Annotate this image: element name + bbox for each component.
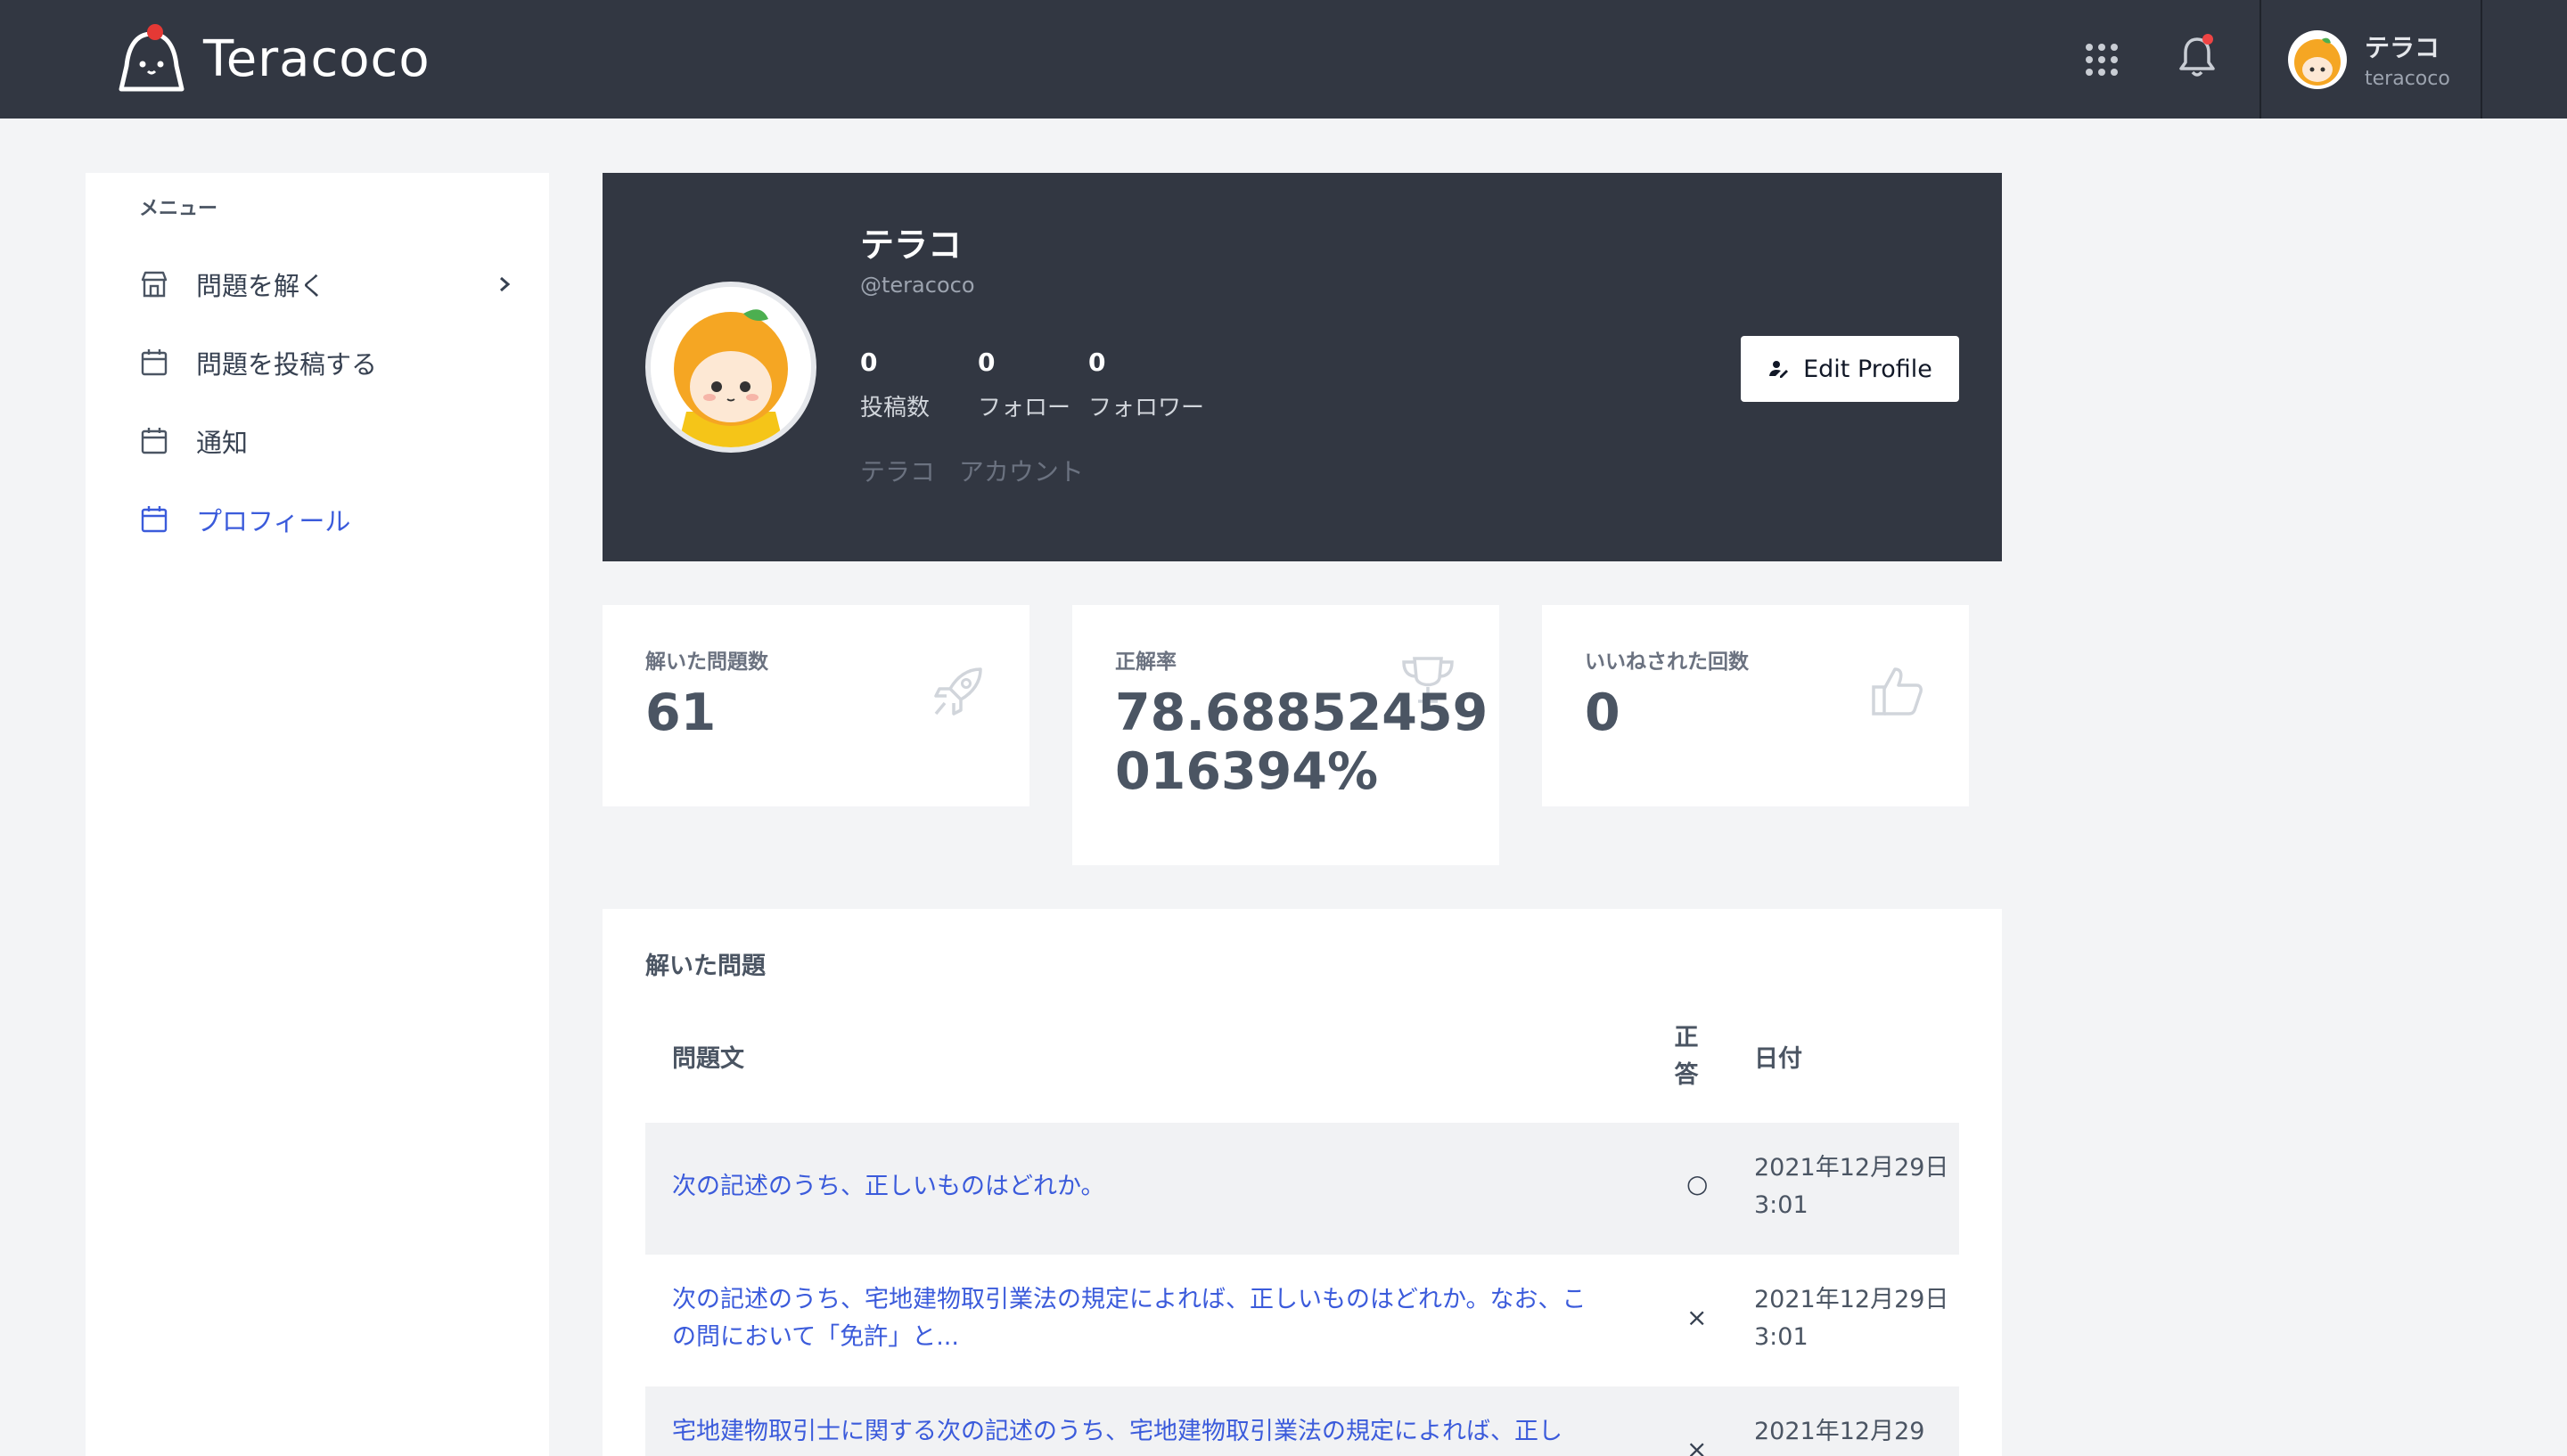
column-header-question: 問題文 <box>672 1045 744 1073</box>
calendar-icon <box>141 506 168 533</box>
solved-title: 解いた問題 <box>645 953 766 980</box>
sidebar-item-notifications[interactable]: 通知 <box>139 419 513 463</box>
stat-posts[interactable]: 0 投稿数 <box>860 348 930 422</box>
result-correct-mark: ○ <box>1686 1169 1709 1198</box>
stat-value: 0 <box>978 348 996 377</box>
bell-icon[interactable] <box>2172 32 2222 82</box>
profile-name: テラコ <box>860 225 963 265</box>
stat-label: 投稿数 <box>860 395 931 421</box>
avatar <box>2288 29 2347 89</box>
edit-profile-button[interactable]: Edit Profile <box>1741 336 1959 402</box>
sidebar-item-post[interactable]: 問題を投稿する <box>139 340 513 385</box>
brand-logo[interactable]: Teracoco <box>116 21 431 96</box>
stat-value: 0 <box>1088 348 1106 377</box>
notification-dot <box>2202 34 2213 45</box>
card-accuracy: 正解率 78.68852459016394% <box>1072 605 1499 865</box>
header-user-name: テラコ <box>2365 33 2440 62</box>
column-header-date: 日付 <box>1754 1045 1802 1073</box>
menu-caption: メニュー <box>139 198 218 220</box>
sidebar-item-label: 問題を解く <box>196 271 326 301</box>
profile-avatar <box>645 282 816 453</box>
sidebar-item-label: プロフィール <box>196 506 351 536</box>
table-row: 宅地建物取引士に関する次の記述のうち、宅地建物取引業法の規定によれば、正し × … <box>645 1386 1959 1456</box>
sidebar-item-label: 問題を投稿する <box>196 349 378 380</box>
sidebar-item-solve[interactable]: 問題を解く <box>139 262 513 307</box>
chevron-right-icon <box>500 276 511 292</box>
top-navbar: Teracoco テラコ teracoco <box>0 0 2567 119</box>
card-solved-count: 解いた問題数 61 <box>603 605 1029 806</box>
store-icon <box>141 271 168 298</box>
stat-followers[interactable]: 0 フォロワー <box>1088 348 1204 422</box>
column-header-correct: 正答 <box>1674 1024 1699 1089</box>
profile-banner: テラコ @teracoco 0 投稿数 0 フォロー 0 フォロワー テラコ ア… <box>603 173 2002 561</box>
header-user-handle: teracoco <box>2365 68 2450 90</box>
question-link[interactable]: 宅地建物取引士に関する次の記述のうち、宅地建物取引業法の規定によれば、正し <box>672 1413 1599 1451</box>
solved-problems-card: 解いた問題 問題文 正答 日付 次の記述のうち、正しいものはどれか。 ○ 202… <box>603 909 2002 1456</box>
calendar-icon <box>141 428 168 454</box>
card-label: いいねされた回数 <box>1585 650 1749 674</box>
stat-label: フォロー <box>978 395 1071 421</box>
solved-date: 2021年12月29日3:01 <box>1754 1154 1949 1219</box>
brand-name: Teracoco <box>203 29 431 88</box>
user-menu[interactable]: テラコ teracoco <box>2259 0 2482 119</box>
card-label: 解いた問題数 <box>645 650 768 674</box>
user-edit-icon <box>1769 361 1789 378</box>
thumbs-up-icon <box>1872 667 1923 716</box>
sidebar: メニュー 問題を解く 問題を投稿する 通知 プロフィール <box>86 173 549 1456</box>
stat-value: 0 <box>860 348 878 377</box>
table-row: 次の記述のうち、正しいものはどれか。 ○ 2021年12月29日3:01 <box>645 1123 1959 1255</box>
edit-profile-label: Edit Profile <box>1803 355 1932 383</box>
stat-following[interactable]: 0 フォロー <box>978 348 1070 422</box>
card-label: 正解率 <box>1115 650 1177 674</box>
stat-label: フォロワー <box>1088 395 1205 421</box>
solved-date: 2021年12月29日3:01 <box>1754 1286 1949 1351</box>
rocket-icon <box>934 667 982 716</box>
result-wrong-mark: × <box>1686 1303 1708 1332</box>
question-link[interactable]: 次の記述のうち、宅地建物取引業法の規定によれば、正しいものはどれか。なお、この問… <box>672 1281 1599 1356</box>
profile-tags: テラコ アカウント <box>860 457 1084 487</box>
ghost-logo-icon <box>119 24 185 92</box>
solved-date: 2021年12月29 <box>1754 1418 1925 1445</box>
sidebar-item-profile[interactable]: プロフィール <box>139 497 513 542</box>
card-value: 78.68852459016394% <box>1115 683 1489 801</box>
result-wrong-mark: × <box>1686 1435 1708 1456</box>
table-row: 次の記述のうち、宅地建物取引業法の規定によれば、正しいものはどれか。なお、この問… <box>645 1255 1959 1386</box>
calendar-icon <box>141 349 168 376</box>
grid-icon[interactable] <box>2079 37 2124 82</box>
profile-handle: @teracoco <box>860 273 975 298</box>
question-link[interactable]: 次の記述のうち、正しいものはどれか。 <box>672 1168 1599 1206</box>
card-likes-count: いいねされた回数 0 <box>1542 605 1969 806</box>
sidebar-item-label: 通知 <box>196 428 249 458</box>
